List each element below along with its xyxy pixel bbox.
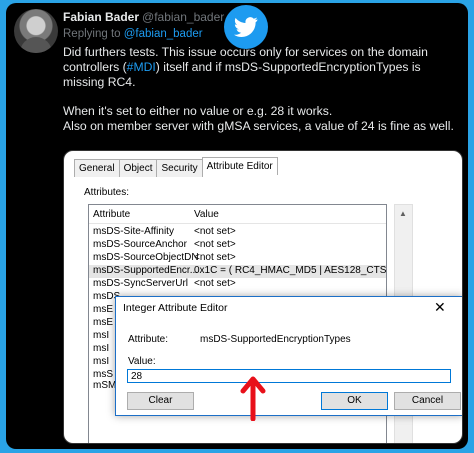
row-value: 0x1C = ( RC4_HMAC_MD5 | AES128_CTS_ [194, 265, 386, 276]
row-attribute: msDS-SourceObjectDN [93, 252, 199, 263]
table-row-selected[interactable]: msDS-SupportedEncr... 0x1C = ( RC4_HMAC_M… [89, 265, 386, 278]
replying-to: Replying to @fabian_bader [63, 28, 203, 40]
table-row[interactable]: msDS-Site-Affinity <not set> [89, 226, 386, 239]
attached-screenshot[interactable]: General Object Security Attribute Editor… [63, 150, 463, 444]
row-attribute: msDS-Site-Affinity [93, 226, 174, 237]
row-attribute: msDS-SourceAnchor [93, 239, 187, 250]
author-name[interactable]: Fabian Bader [63, 10, 139, 24]
replying-to-link[interactable]: @fabian_bader [124, 28, 203, 40]
row-value: <not set> [194, 278, 236, 289]
replying-prefix: Replying to [63, 28, 121, 40]
row-attribute: msI [93, 343, 110, 354]
table-row[interactable]: msDS-SourceAnchor <not set> [89, 239, 386, 252]
tweet-text: Did furthers tests. This issue occurs on… [63, 45, 461, 134]
avatar[interactable] [14, 9, 58, 53]
clear-button[interactable]: Clear [127, 392, 194, 410]
row-value: <not set> [194, 252, 236, 263]
dialog-attribute-value: msDS-SupportedEncryptionTypes [200, 334, 351, 345]
scroll-up-icon[interactable]: ▲ [399, 209, 407, 218]
column-attribute[interactable]: Attribute [93, 209, 130, 220]
dialog-value-label: Value: [128, 356, 156, 367]
row-attribute: msI [93, 356, 110, 367]
row-attribute: msDS-SyncServerUrl [93, 278, 189, 289]
row-attribute: msI [93, 330, 110, 341]
para2-line2: Also on member server with gMSA services… [63, 118, 454, 133]
tab-security[interactable]: Security [156, 159, 203, 177]
integer-attribute-editor-dialog: Integer Attribute Editor ✕ Attribute: ms… [115, 296, 462, 416]
list-header: Attribute Value [89, 205, 386, 224]
author-line: Fabian Bader @fabian_bader [63, 10, 224, 24]
tab-general[interactable]: General [74, 159, 120, 177]
row-attribute: msDS-SupportedEncr... [93, 265, 199, 276]
para2-line1: When it's set to either no value or e.g.… [63, 103, 333, 118]
dialog-attribute-label: Attribute: [128, 334, 169, 345]
row-attribute: msE [93, 304, 113, 315]
row-value: <not set> [194, 239, 236, 250]
ok-button[interactable]: OK [321, 392, 388, 410]
dialog-title: Integer Attribute Editor [123, 302, 228, 314]
table-row[interactable]: msDS-SyncServerUrl <not set> [89, 278, 386, 291]
attributes-label: Attributes: [84, 187, 130, 198]
author-handle[interactable]: @fabian_bader [142, 10, 224, 24]
table-row[interactable]: msDS-SourceObjectDN <not set> [89, 252, 386, 265]
value-input[interactable]: 28 [127, 369, 451, 383]
column-value[interactable]: Value [194, 209, 219, 220]
tweet-card: Fabian Bader @fabian_bader Replying to @f… [6, 3, 468, 449]
row-attribute: msE [93, 317, 113, 328]
twitter-bird-icon [224, 5, 268, 49]
row-attribute: msS [93, 369, 113, 380]
row-value: <not set> [194, 226, 236, 237]
cancel-button[interactable]: Cancel [394, 392, 461, 410]
hashtag-link[interactable]: #MDI [127, 60, 156, 74]
close-icon[interactable]: ✕ [434, 299, 446, 316]
tab-attribute-editor[interactable]: Attribute Editor [201, 157, 278, 175]
up-arrow-icon [240, 376, 266, 421]
tab-object[interactable]: Object [118, 159, 158, 177]
properties-tabs: General Object Security Attribute Editor [74, 157, 278, 177]
